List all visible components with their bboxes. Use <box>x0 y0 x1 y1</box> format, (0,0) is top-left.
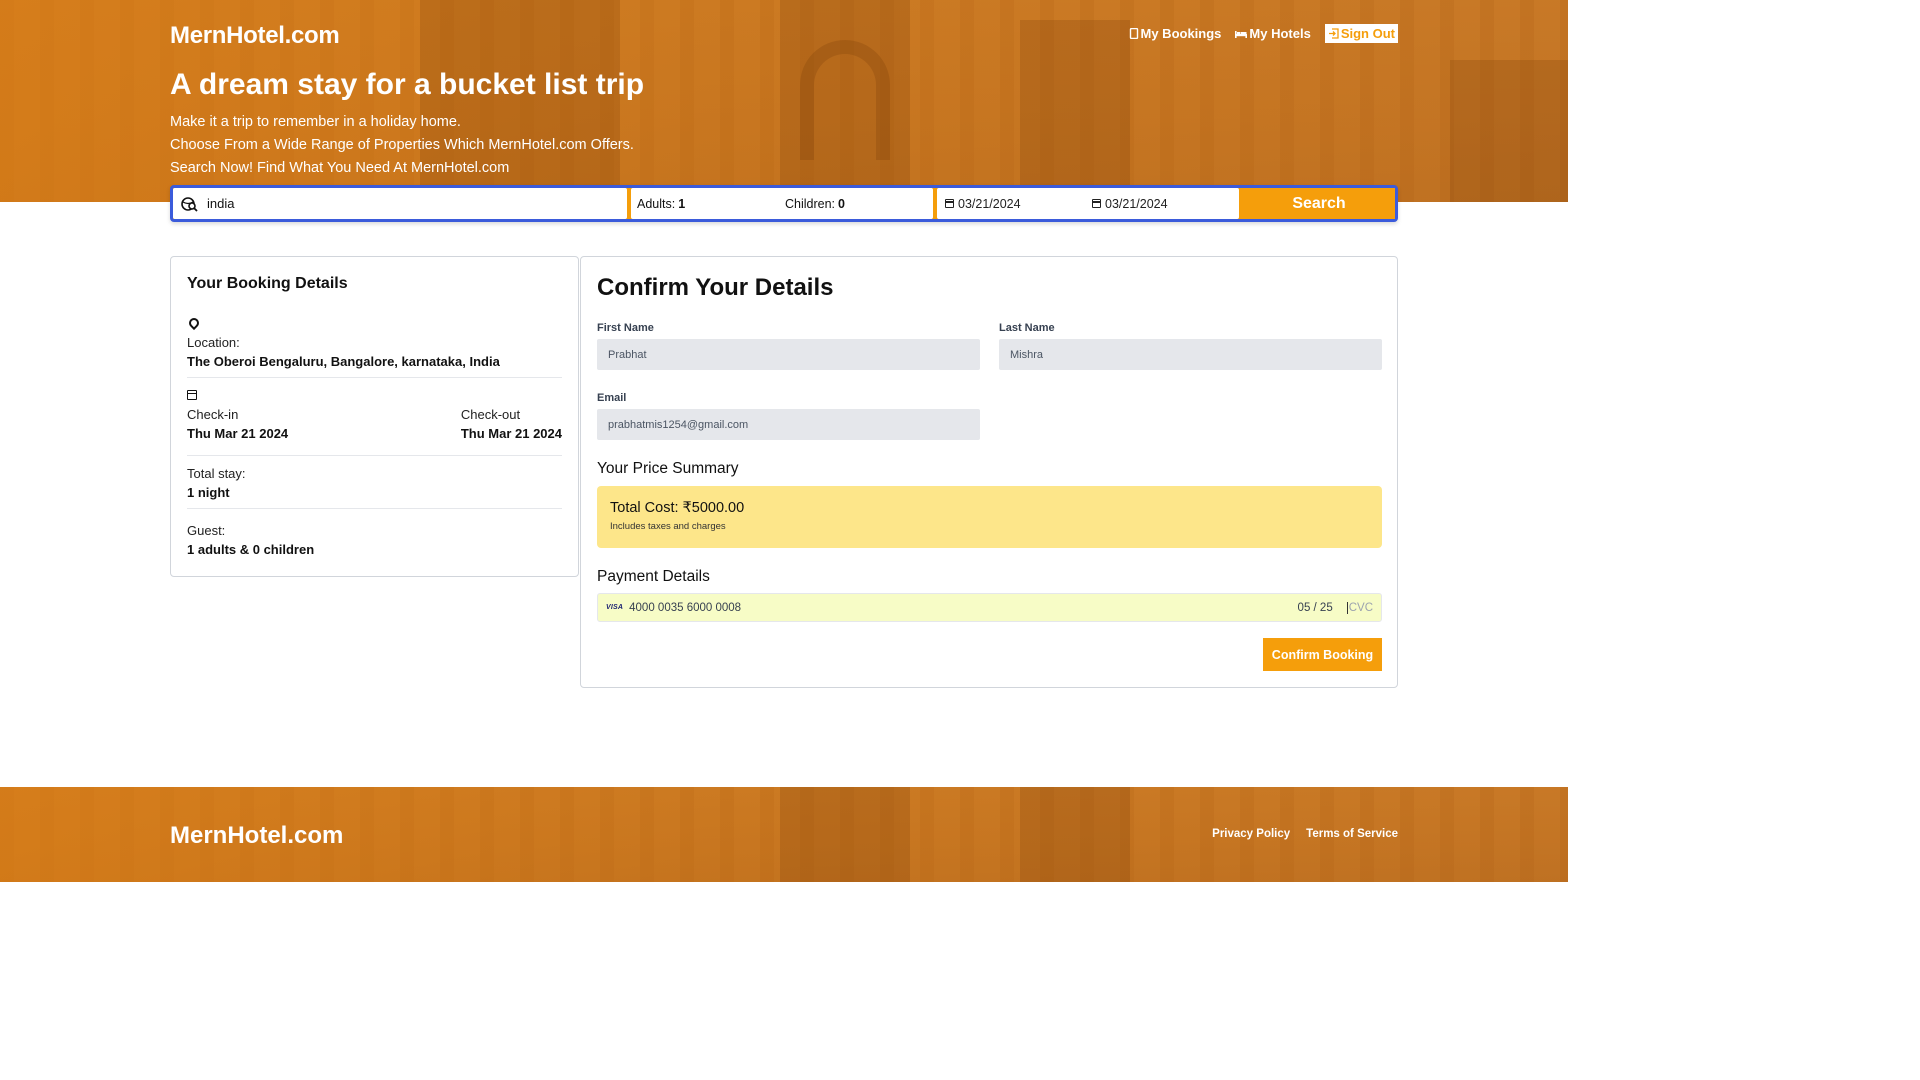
globe-search-icon <box>181 196 198 212</box>
hero-subtitle: Make it a trip to remember in a holiday … <box>170 111 634 180</box>
checkout-block: Check-out Thu Mar 21 2024 <box>461 407 562 441</box>
check-in-date-input[interactable]: 03/21/2024 <box>945 197 1092 211</box>
location-value: The Oberoi Bengaluru, Bangalore, karnata… <box>187 354 500 369</box>
email-label: Email <box>597 392 627 404</box>
nav-my-bookings-label: My Bookings <box>1140 26 1222 41</box>
total-stay-label: Total stay: <box>187 466 246 481</box>
adults-input[interactable]: Adults: 1 <box>637 197 785 211</box>
checkin-block: Check-in Thu Mar 21 2024 <box>187 407 288 441</box>
last-name-label: Last Name <box>999 322 1055 334</box>
checkin-label: Check-in <box>187 407 239 422</box>
nav-my-bookings[interactable]: My Bookings <box>1129 26 1222 41</box>
email-field[interactable]: prabhatmis1254@gmail.com <box>597 409 980 440</box>
confirm-booking-button[interactable]: Confirm Booking <box>1263 638 1382 671</box>
guest-label: Guest: <box>187 523 226 538</box>
check-out-date-input[interactable]: 03/21/2024 <box>1092 197 1239 211</box>
card-number-input[interactable]: 4000 0035 6000 0008 <box>629 602 1297 614</box>
destination-input[interactable] <box>207 196 607 211</box>
checkin-value: Thu Mar 21 2024 <box>187 426 289 441</box>
price-summary-box: Total Cost: ₹5000.00 Includes taxes and … <box>597 486 1382 548</box>
destination-field[interactable] <box>173 188 627 219</box>
check-in-date-value: 03/21/2024 <box>958 196 1021 211</box>
price-summary-title: Your Price Summary <box>597 460 739 477</box>
total-cost: Total Cost: ₹5000.00 <box>610 500 745 516</box>
card-payment-input[interactable]: VISA 4000 0035 6000 0008 05 / 25 CVC <box>597 593 1382 622</box>
divider <box>187 455 562 456</box>
children-input[interactable]: Children: 0 <box>785 197 933 211</box>
site-logo[interactable]: MernHotel.com <box>170 22 340 50</box>
footer-links: Privacy Policy Terms of Service <box>1212 828 1398 840</box>
card-cvc-input[interactable]: CVC <box>1346 601 1373 614</box>
hero-banner: MernHotel.com My Bookings My Hotels Sign… <box>0 0 1568 202</box>
first-name-field[interactable]: Prabhat <box>597 339 980 370</box>
booking-details-card: Your Booking Details Location: The Obero… <box>170 256 579 577</box>
nav-my-hotels-label: My Hotels <box>1249 26 1311 41</box>
first-name-label: First Name <box>597 322 654 334</box>
top-nav: My Bookings My Hotels Sign Out <box>1129 24 1398 43</box>
background-building <box>1450 60 1568 202</box>
adults-value: 1 <box>678 196 686 211</box>
footer: MernHotel.com Privacy Policy Terms of Se… <box>0 787 1568 882</box>
divider <box>187 508 562 509</box>
hero-title: A dream stay for a bucket list trip <box>170 68 645 101</box>
payment-details-title: Payment Details <box>597 568 710 585</box>
last-name-field[interactable]: Mishra <box>999 339 1382 370</box>
search-bar: Adults: 1 Children: 0 03/21/2024 03/21/2… <box>170 185 1398 222</box>
phone-icon <box>1129 28 1138 39</box>
map-pin-icon <box>186 315 202 331</box>
booking-details-title: Your Booking Details <box>187 275 348 292</box>
background-building <box>780 787 910 882</box>
location-section: Location: The Oberoi Bengaluru, Bangalor… <box>186 315 562 369</box>
dates-section: Check-in Thu Mar 21 2024 Check-out Thu M… <box>187 387 562 441</box>
guest-section: Guest: 1 adults & 0 children <box>187 523 562 557</box>
checkout-value: Thu Mar 21 2024 <box>460 426 562 441</box>
total-stay-section: Total stay: 1 night <box>187 466 562 500</box>
privacy-policy-link[interactable]: Privacy Policy <box>1212 828 1290 840</box>
sign-out-button[interactable]: Sign Out <box>1324 24 1398 43</box>
children-value: 0 <box>838 196 845 211</box>
hero-line: Choose From a Wide Range of Properties W… <box>170 137 634 153</box>
total-stay-value: 1 night <box>187 485 230 500</box>
confirm-title: Confirm Your Details <box>597 274 834 301</box>
adults-label: Adults: <box>637 196 676 211</box>
hero-line: Search Now! Find What You Need At MernHo… <box>170 160 510 176</box>
sign-out-label: Sign Out <box>1340 26 1395 41</box>
sign-out-icon <box>1328 28 1339 39</box>
footer-logo[interactable]: MernHotel.com <box>170 822 343 850</box>
children-label: Children: <box>785 196 836 211</box>
nav-my-hotels[interactable]: My Hotels <box>1235 26 1311 41</box>
card-expiry-input[interactable]: 05 / 25 <box>1298 602 1333 614</box>
background-arch <box>800 40 890 160</box>
includes-note: Includes taxes and charges <box>610 521 726 532</box>
guest-value: 1 adults & 0 children <box>187 542 315 557</box>
dates-field: 03/21/2024 03/21/2024 <box>937 188 1239 219</box>
calendar-icon <box>945 199 954 208</box>
background-building <box>1020 20 1130 202</box>
visa-card-icon: VISA <box>606 604 624 611</box>
search-button[interactable]: Search <box>1243 188 1395 219</box>
check-out-date-value: 03/21/2024 <box>1105 196 1168 211</box>
calendar-icon <box>187 390 197 400</box>
bed-icon <box>1235 30 1248 38</box>
terms-of-service-link[interactable]: Terms of Service <box>1306 828 1398 840</box>
location-label: Location: <box>187 335 240 350</box>
guests-field[interactable]: Adults: 1 Children: 0 <box>631 188 933 219</box>
confirm-details-card: Confirm Your Details First Name Prabhat … <box>580 256 1398 688</box>
checkout-label: Check-out <box>460 407 521 422</box>
calendar-icon <box>1092 199 1101 208</box>
hero-line: Make it a trip to remember in a holiday … <box>170 114 461 130</box>
divider <box>187 377 562 378</box>
background-building <box>1020 787 1130 882</box>
